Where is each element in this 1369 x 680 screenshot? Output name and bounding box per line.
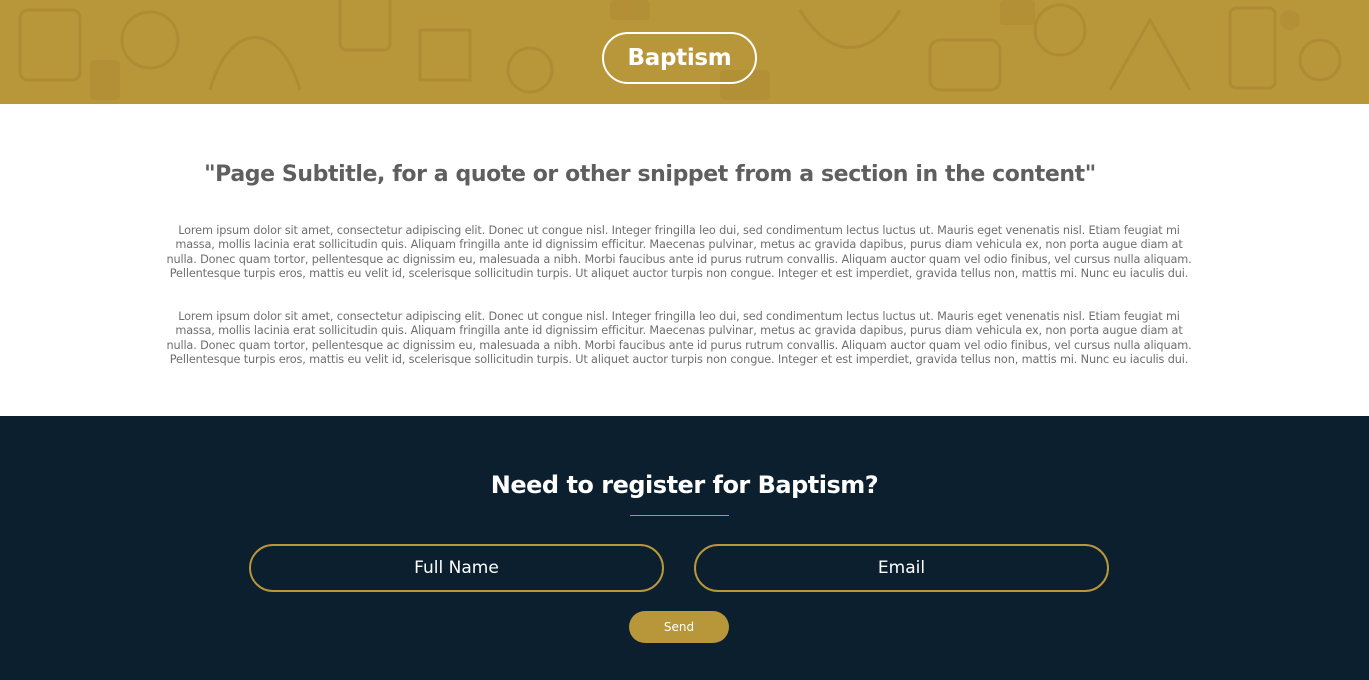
hero-banner: Baptism xyxy=(0,0,1369,104)
title-divider xyxy=(630,515,729,516)
email-input[interactable] xyxy=(694,544,1109,592)
register-title: Need to register for Baptism? xyxy=(490,471,879,499)
body-paragraph: Lorem ipsum dolor sit amet, consectetur … xyxy=(166,224,1192,280)
body-paragraph: Lorem ipsum dolor sit amet, consectetur … xyxy=(166,310,1192,366)
page-title: Baptism xyxy=(602,32,757,84)
page-subtitle: "Page Subtitle, for a quote or other sni… xyxy=(204,162,1096,187)
register-section: Need to register for Baptism? Send xyxy=(0,416,1369,680)
full-name-input[interactable] xyxy=(249,544,664,592)
content-section: "Page Subtitle, for a quote or other sni… xyxy=(0,104,1369,416)
send-button[interactable]: Send xyxy=(629,611,729,643)
